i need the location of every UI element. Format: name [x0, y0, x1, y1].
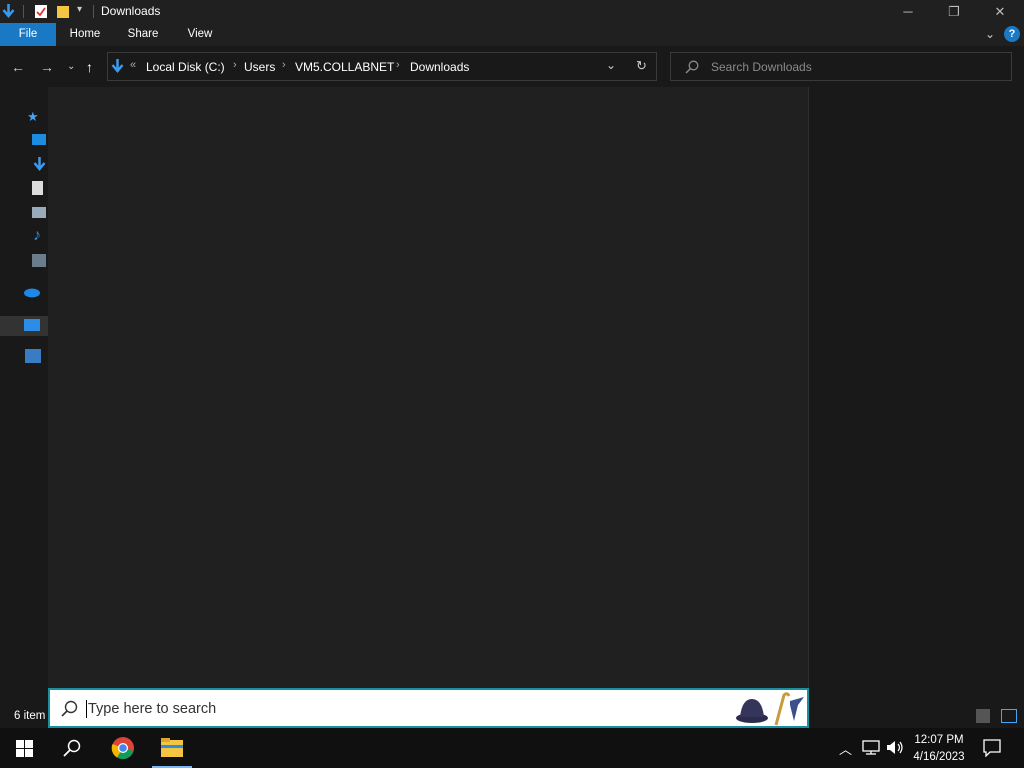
details-view-icon[interactable]: [976, 709, 990, 723]
taskbar: ︿ 12:07 PM 4/16/2023: [0, 728, 1024, 768]
file-explorer-icon[interactable]: [161, 738, 183, 757]
item-count: 6 item: [14, 710, 46, 722]
downloads-folder-icon: [111, 59, 124, 73]
search-results-panel: [48, 87, 809, 689]
quick-access-dropdown-icon[interactable]: ▾: [77, 4, 82, 15]
chevron-right-icon[interactable]: ›: [233, 59, 237, 71]
address-dropdown-icon[interactable]: ⌄: [606, 58, 616, 72]
clock-date: 4/16/2023: [913, 751, 965, 763]
large-icons-view-icon[interactable]: [1001, 709, 1017, 723]
tab-view[interactable]: View: [178, 23, 222, 46]
back-arrow-icon[interactable]: ←: [11, 59, 25, 75]
crumb-user-folder[interactable]: VM5.COLLABNET: [295, 60, 394, 74]
music-icon[interactable]: ♪: [33, 227, 41, 245]
system-clock[interactable]: 12:07 PM 4/16/2023: [908, 732, 970, 766]
notifications-icon[interactable]: [983, 739, 1001, 757]
network-icon[interactable]: [25, 349, 41, 363]
address-bar[interactable]: « Local Disk (C:) › Users › VM5.COLLABNE…: [107, 52, 657, 81]
recent-locations-chevron-icon[interactable]: ⌄: [67, 59, 75, 75]
title-bar: ▾ Downloads ─ ❐ ✕: [0, 0, 1024, 23]
new-folder-icon[interactable]: [56, 4, 70, 19]
minimize-button[interactable]: ─: [885, 0, 931, 23]
ribbon-tabs: File Home Share View ⌄ ?: [0, 23, 1024, 46]
crumb-local-disk[interactable]: Local Disk (C:): [146, 60, 225, 74]
tab-share[interactable]: Share: [120, 23, 166, 46]
tab-file[interactable]: File: [0, 23, 56, 46]
this-pc-item[interactable]: [0, 316, 48, 336]
videos-icon[interactable]: [32, 254, 46, 267]
search-placeholder-text: Type here to search: [88, 701, 217, 717]
tab-home[interactable]: Home: [62, 23, 108, 46]
show-hidden-icons-chevron-icon[interactable]: ︿: [839, 739, 852, 758]
search-box[interactable]: Search Downloads: [670, 52, 1012, 81]
properties-icon[interactable]: [34, 4, 48, 19]
window-title: Downloads: [101, 4, 161, 18]
up-arrow-icon[interactable]: ↑: [86, 59, 93, 75]
taskbar-search-input[interactable]: Type here to search: [48, 688, 809, 728]
chrome-icon[interactable]: [111, 736, 135, 760]
search-placeholder: Search Downloads: [711, 60, 812, 74]
taskbar-search-icon[interactable]: [63, 739, 81, 757]
network-status-icon[interactable]: [862, 740, 880, 755]
pictures-icon[interactable]: [32, 207, 46, 218]
search-highlight-illustration-icon: [736, 692, 804, 726]
search-icon: [61, 700, 78, 717]
clock-time: 12:07 PM: [914, 734, 964, 746]
refresh-icon[interactable]: ↻: [636, 58, 647, 74]
divider: [23, 5, 24, 18]
quick-access-star-icon[interactable]: ★: [27, 109, 39, 125]
navigation-pane: ★ ♪: [0, 88, 48, 708]
downloads-icon[interactable]: [33, 157, 46, 172]
expand-ribbon-icon[interactable]: ⌄: [985, 27, 995, 41]
overflow-crumbs-icon[interactable]: «: [130, 59, 136, 71]
close-button[interactable]: ✕: [977, 0, 1023, 23]
search-icon: [685, 60, 699, 74]
computer-icon: [24, 319, 40, 331]
onedrive-cloud-icon[interactable]: [23, 286, 41, 298]
chevron-right-icon[interactable]: ›: [396, 59, 400, 71]
help-button[interactable]: ?: [1004, 26, 1020, 42]
documents-icon[interactable]: [32, 181, 43, 195]
crumb-downloads[interactable]: Downloads: [410, 60, 469, 74]
windows-start-icon[interactable]: [16, 740, 33, 757]
crumb-users[interactable]: Users: [244, 60, 275, 74]
chevron-right-icon[interactable]: ›: [282, 59, 286, 71]
forward-arrow-icon[interactable]: →: [40, 59, 54, 75]
volume-icon[interactable]: [886, 740, 904, 755]
text-caret: [86, 700, 87, 718]
downloads-arrow-icon[interactable]: [2, 4, 15, 19]
divider: [93, 5, 94, 18]
restore-button[interactable]: ❐: [931, 0, 977, 23]
desktop-icon[interactable]: [32, 134, 46, 145]
